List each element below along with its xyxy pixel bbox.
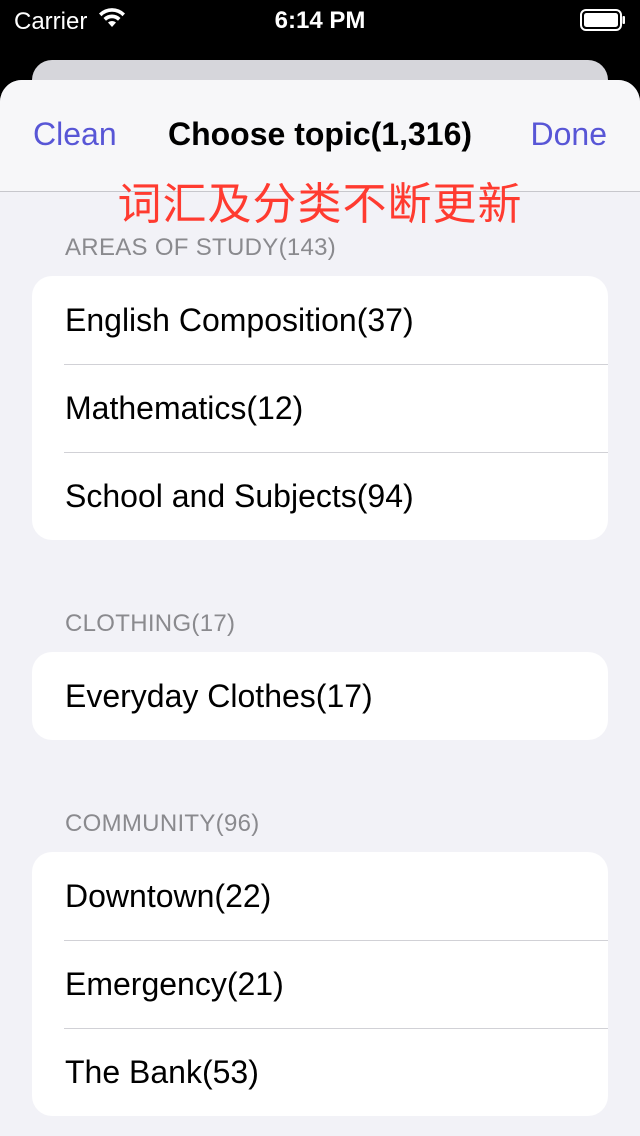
section-group-areas-of-study: English Composition(37) Mathematics(12) … [32, 276, 608, 540]
update-banner-text: 词汇及分类不断更新 [117, 179, 523, 230]
topic-list: AREAS OF STUDY(143) English Composition(… [0, 192, 640, 1116]
topic-row-school-and-subjects[interactable]: School and Subjects(94) [32, 452, 608, 540]
screen: Carrier 6:14 PM Clean Choose topic(1,316… [0, 0, 640, 1136]
section-header-clothing: CLOTHING(17) [65, 610, 236, 637]
clean-button[interactable]: Clean [33, 116, 117, 153]
done-button[interactable]: Done [531, 116, 608, 153]
topic-row-emergency[interactable]: Emergency(21) [32, 940, 608, 1028]
topic-row-english-composition[interactable]: English Composition(37) [32, 276, 608, 364]
battery-icon [580, 9, 626, 38]
section-group-clothing: Everyday Clothes(17) [32, 652, 608, 740]
topic-row-everyday-clothes[interactable]: Everyday Clothes(17) [32, 652, 608, 740]
status-time: 6:14 PM [274, 7, 366, 34]
status-bar: Carrier 6:14 PM [0, 0, 640, 40]
section-header-community: COMMUNITY(96) [65, 810, 260, 837]
topic-row-the-bank[interactable]: The Bank(53) [32, 1028, 608, 1116]
topic-row-downtown[interactable]: Downtown(22) [32, 852, 608, 940]
section-group-community: Downtown(22) Emergency(21) The Bank(53) [32, 852, 608, 1116]
topic-row-mathematics[interactable]: Mathematics(12) [32, 364, 608, 452]
topic-sheet: Clean Choose topic(1,316) Done 词汇及分类不断更新… [0, 80, 640, 1136]
